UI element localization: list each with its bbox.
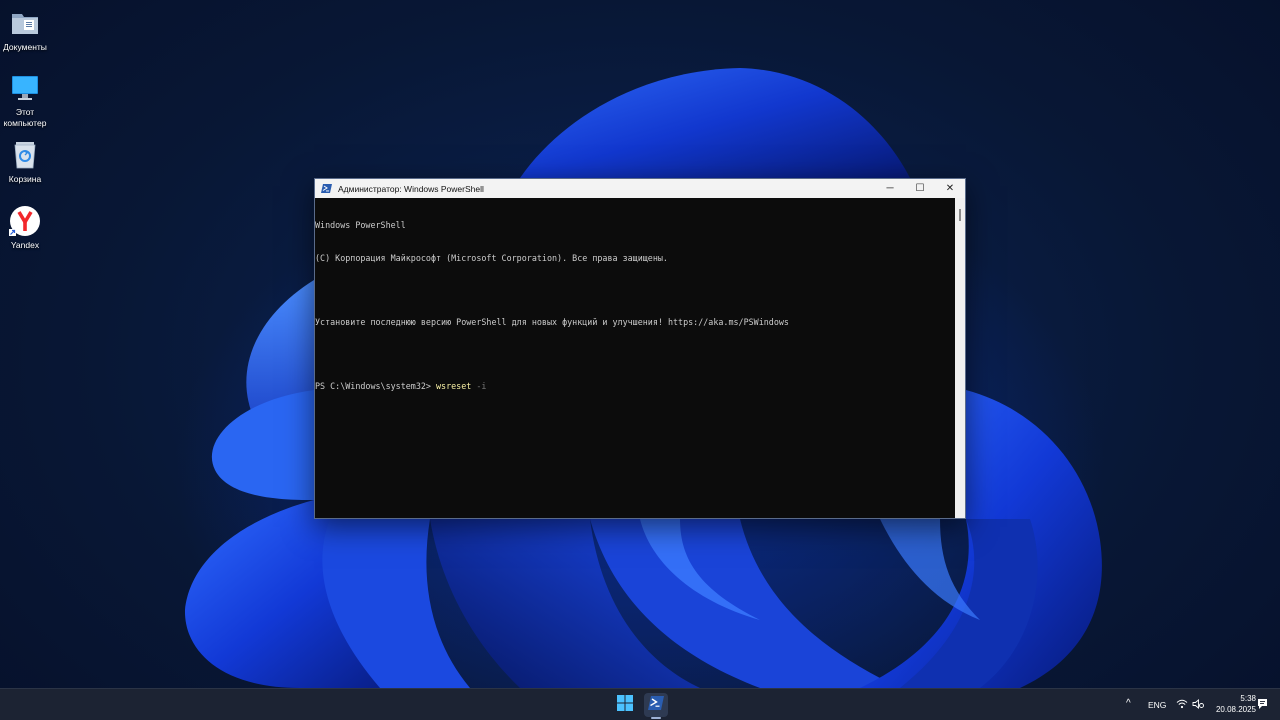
powershell-icon — [321, 183, 332, 194]
console-line: Windows PowerShell — [315, 220, 406, 231]
scrollbar-thumb[interactable] — [959, 209, 961, 221]
desktop-icon-label: Этот компьютер — [3, 107, 47, 128]
clock-date: 20.08.2025 — [1215, 705, 1256, 714]
windows-start-icon — [617, 694, 633, 716]
taskbar: ^ ENG — [0, 688, 1280, 720]
notification-bell-icon[interactable] — [1254, 694, 1270, 714]
taskbar-clock[interactable]: 5:38 20.08.2025 — [1208, 693, 1256, 715]
console-command: wsreset — [436, 380, 472, 391]
minimize-icon: ─ — [886, 183, 894, 194]
maximize-button[interactable]: ☐ — [905, 179, 935, 198]
vertical-scrollbar[interactable] — [955, 198, 965, 518]
powershell-window[interactable]: Администратор: Windows PowerShell ─ ☐ ✕ … — [314, 178, 966, 519]
volume-icon[interactable] — [1190, 694, 1206, 714]
language-indicator[interactable]: ENG — [1148, 700, 1166, 710]
console-argument: -i — [471, 380, 487, 391]
start-button[interactable] — [613, 693, 637, 717]
maximize-icon: ☐ — [915, 183, 925, 194]
desktop-icon-yandex[interactable]: Yandex — [0, 205, 53, 251]
console-output[interactable]: Windows PowerShell (C) Корпорация Майкро… — [315, 198, 955, 518]
this-pc-icon — [9, 72, 41, 104]
taskbar-powershell-button[interactable] — [644, 693, 668, 717]
console-line: (C) Корпорация Майкрософт (Microsoft Cor… — [315, 252, 668, 263]
minimize-button[interactable]: ─ — [875, 179, 905, 198]
console-prompt-line[interactable]: PS C:\Windows\system32> wsreset -i — [315, 381, 955, 392]
window-titlebar[interactable]: Администратор: Windows PowerShell ─ ☐ ✕ — [315, 179, 965, 198]
console-prompt: PS C:\Windows\system32> — [315, 380, 437, 391]
desktop-icon-documents[interactable]: Документы — [0, 7, 53, 53]
window-title: Администратор: Windows PowerShell — [338, 183, 484, 194]
recycle-bin-icon — [9, 139, 41, 171]
desktop-icon-label: Корзина — [8, 174, 42, 184]
desktop-icon-label: Yandex — [10, 240, 40, 250]
desktop-icon-recycle-bin[interactable]: Корзина — [0, 139, 53, 185]
active-app-indicator — [651, 717, 661, 719]
wifi-icon[interactable] — [1174, 694, 1190, 714]
powershell-taskbar-icon — [648, 695, 664, 716]
clock-time: 5:38 — [1240, 694, 1256, 703]
close-icon: ✕ — [945, 183, 955, 194]
tray-overflow-chevron-icon[interactable]: ^ — [1126, 698, 1131, 709]
console-line: Установите последнюю версию PowerShell д… — [315, 316, 789, 327]
desktop-icon-this-pc[interactable]: Этот компьютер — [0, 72, 53, 129]
yandex-browser-icon — [9, 205, 41, 237]
desktop-icon-label: Документы — [3, 42, 47, 52]
documents-folder-icon — [9, 7, 41, 39]
close-button[interactable]: ✕ — [935, 179, 965, 198]
